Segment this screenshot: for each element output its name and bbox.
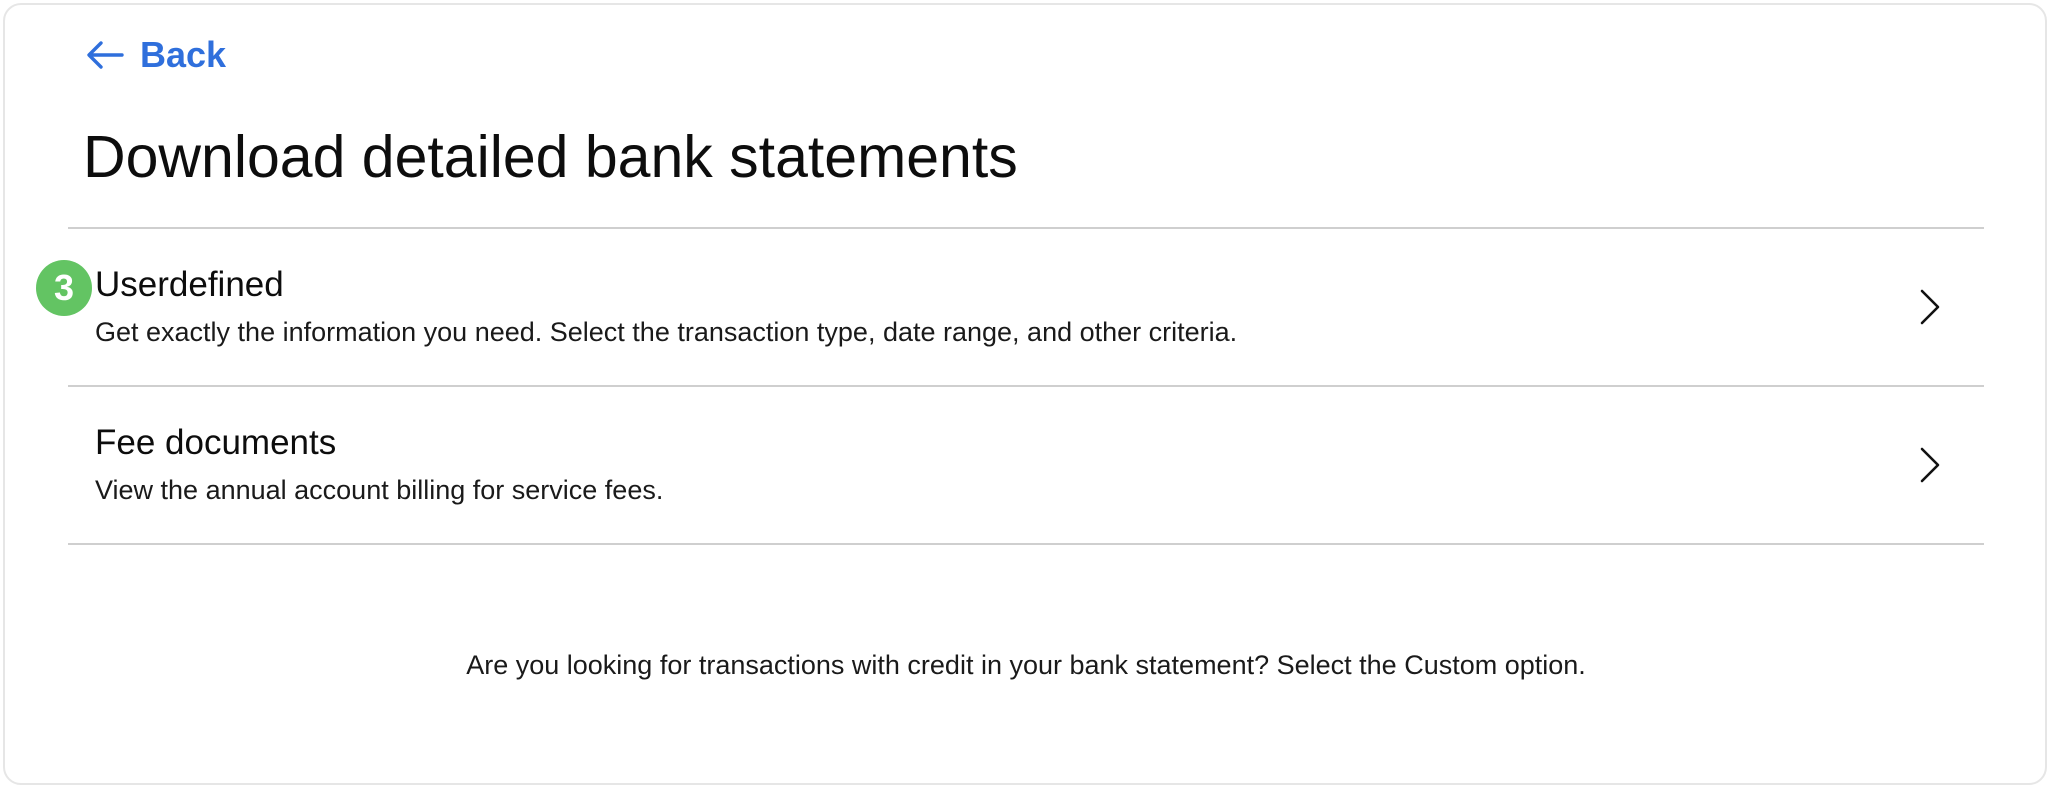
back-label: Back xyxy=(140,34,227,75)
chevron-right-icon xyxy=(1914,287,1944,327)
chevron-right-icon xyxy=(1914,445,1944,485)
divider xyxy=(68,543,1984,545)
option-userdefined[interactable]: Userdefined Get exactly the information … xyxy=(68,229,1984,385)
arrow-left-icon xyxy=(86,40,124,70)
back-link[interactable]: Back xyxy=(86,34,226,76)
footer-note: Are you looking for transactions with cr… xyxy=(466,650,1586,680)
option-title: Fee documents xyxy=(95,423,337,462)
option-description: View the annual account billing for serv… xyxy=(95,475,664,505)
option-description: Get exactly the information you need. Se… xyxy=(95,317,1238,347)
option-title: Userdefined xyxy=(95,265,284,304)
page-title: Download detailed bank statements xyxy=(83,124,1018,190)
option-fee-documents[interactable]: Fee documents View the annual account bi… xyxy=(68,387,1984,543)
step-badge: 3 xyxy=(36,260,92,316)
